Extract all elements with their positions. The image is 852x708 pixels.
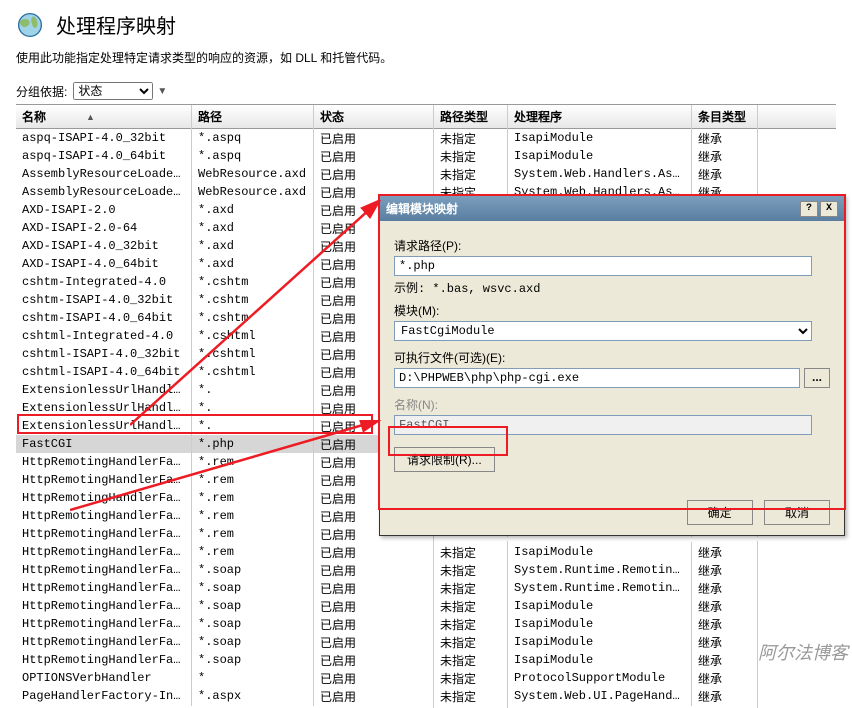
close-button[interactable]: X <box>820 201 838 217</box>
dialog-title: 编辑模块映射 <box>386 200 458 217</box>
module-select[interactable]: FastCgiModule <box>394 321 812 341</box>
name-label: 名称(N): <box>394 396 830 413</box>
executable-label: 可执行文件(可选)(E): <box>394 349 830 366</box>
col-path[interactable]: 路径 <box>192 105 314 128</box>
request-restrictions-button[interactable]: 请求限制(R)... <box>394 447 495 472</box>
cancel-button[interactable]: 取消 <box>764 500 830 525</box>
table-row[interactable]: PageHandlerFactory-Integr...*.aspx已启用未指定… <box>16 687 836 705</box>
col-etype[interactable]: 条目类型 <box>692 105 758 128</box>
executable-input[interactable] <box>394 368 800 388</box>
name-input <box>394 415 812 435</box>
globe-icon <box>16 11 44 39</box>
col-name[interactable]: 名称 <box>22 108 46 125</box>
request-path-input[interactable] <box>394 256 812 276</box>
ok-button[interactable]: 确定 <box>687 500 753 525</box>
browse-button[interactable]: ... <box>804 368 830 388</box>
module-label: 模块(M): <box>394 302 830 319</box>
page-title: 处理程序映射 <box>56 10 176 39</box>
watermark: 阿尔法博客 <box>758 639 848 665</box>
page-subtitle: 使用此功能指定处理特定请求类型的响应的资源，如 DLL 和托管代码。 <box>0 45 852 78</box>
edit-module-dialog: 编辑模块映射 ? X 请求路径(P): 示例: *.bas, wsvc.axd … <box>379 195 845 536</box>
group-select[interactable]: 状态 <box>73 82 153 100</box>
column-headers[interactable]: 名称 ▲ 路径 状态 路径类型 处理程序 条目类型 <box>16 105 836 129</box>
col-ptype[interactable]: 路径类型 <box>434 105 508 128</box>
col-state[interactable]: 状态 <box>314 105 434 128</box>
group-label: 分组依据: <box>16 83 67 100</box>
sort-arrow-icon: ▲ <box>86 112 95 122</box>
col-handler[interactable]: 处理程序 <box>508 105 692 128</box>
request-path-label: 请求路径(P): <box>394 237 830 254</box>
request-path-hint: 示例: *.bas, wsvc.axd <box>394 279 830 296</box>
help-button[interactable]: ? <box>800 201 818 217</box>
